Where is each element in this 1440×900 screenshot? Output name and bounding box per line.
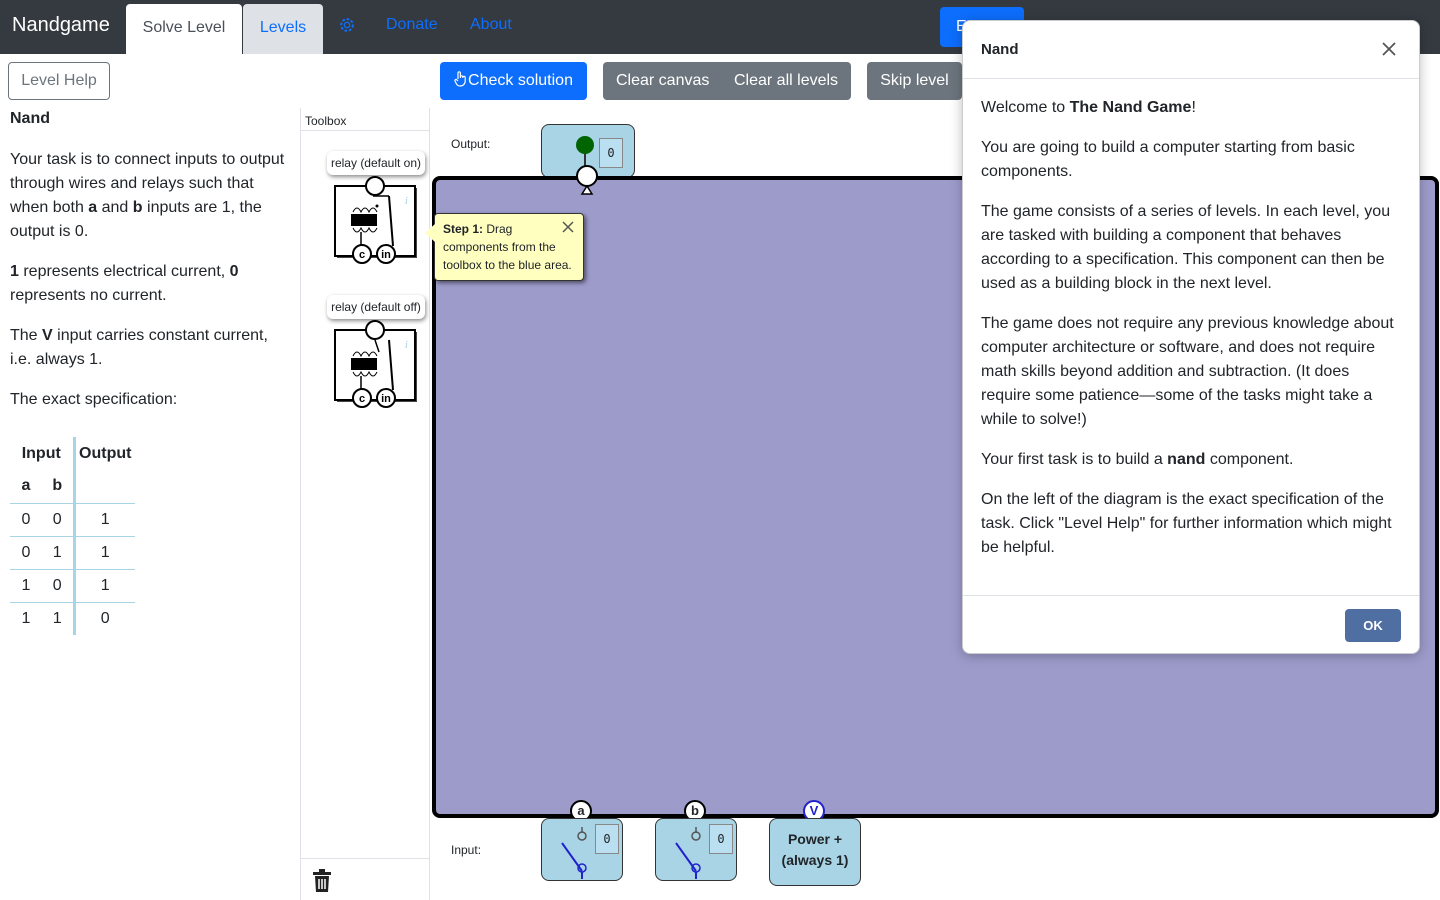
toolbox-divider: [301, 130, 429, 131]
modal-paragraph: On the left of the diagram is the exact …: [981, 491, 1392, 556]
input-value-a[interactable]: 0: [595, 824, 619, 854]
ok-button[interactable]: OK: [1345, 609, 1401, 642]
level-description-2: 1 represents electrical current, 0 repre…: [10, 263, 239, 304]
specification-table: Input Output a b 0 0 1 0 1 1 1 0 1 1 1 0: [10, 437, 135, 635]
table-row: 0 1 1: [10, 535, 135, 569]
modal-paragraph: Welcome to The Nand Game!: [981, 99, 1196, 116]
output-value: 0: [599, 138, 623, 168]
brand-logo[interactable]: Nandgame: [12, 14, 110, 37]
close-icon[interactable]: [1381, 41, 1397, 57]
level-description-4: The exact specification:: [10, 391, 178, 408]
tab-levels[interactable]: Levels: [243, 4, 323, 54]
modal-body: Welcome to The Nand Game! You are going …: [981, 96, 1401, 576]
clear-all-levels-button[interactable]: Clear all levels: [734, 62, 838, 100]
switch-icon: [561, 827, 587, 879]
table-row: 0 0 1: [10, 502, 135, 536]
close-icon[interactable]: [561, 220, 575, 234]
pin-in: in: [381, 249, 391, 261]
skip-level-button[interactable]: Skip level: [867, 62, 962, 100]
modal-paragraph: The game consists of a series of levels.…: [981, 203, 1391, 292]
table-row: 1 1 0: [10, 601, 135, 635]
tab-solve-level[interactable]: Solve Level: [126, 4, 242, 54]
pin-c: c: [359, 393, 365, 405]
trash-icon[interactable]: [311, 868, 333, 894]
clear-canvas-button[interactable]: Clear canvas: [616, 62, 709, 100]
pin-c: c: [359, 249, 365, 261]
level-description-3: The V input carries constant current, i.…: [10, 327, 268, 368]
modal-paragraph: You are going to build a computer starti…: [981, 139, 1355, 180]
output-connector[interactable]: [575, 164, 599, 196]
nav-link-about[interactable]: About: [470, 16, 512, 34]
hand-pointer-icon: [454, 71, 466, 87]
info-icon: i: [405, 196, 408, 207]
modal-header: Nand: [963, 21, 1419, 79]
table-row: 1 0 1: [10, 568, 135, 602]
info-icon: i: [405, 340, 408, 351]
input-node-a[interactable]: 0: [541, 818, 623, 881]
output-label: Output:: [451, 137, 491, 151]
level-help-button[interactable]: Level Help: [8, 62, 110, 100]
modal-paragraph: Your first task is to build a nand compo…: [981, 451, 1294, 468]
spec-header-input: Input: [10, 437, 76, 470]
toolbox-header: Toolbox: [305, 114, 347, 128]
spec-col-a: a: [21, 477, 31, 495]
relay-default-on-label[interactable]: relay (default on): [327, 151, 425, 175]
toolbox-divider: [301, 858, 429, 859]
input-node-b[interactable]: 0: [655, 818, 737, 881]
power-label: Power + (always 1): [781, 831, 849, 868]
clear-button-group: Clear canvas Clear all levels: [603, 62, 851, 100]
switch-icon: [675, 827, 701, 879]
input-value-b[interactable]: 0: [709, 824, 733, 854]
spec-header-output: Output: [79, 444, 132, 462]
pin-in: in: [381, 393, 391, 405]
input-label: Input:: [451, 843, 482, 857]
relay-default-on-component[interactable]: i c in: [331, 176, 421, 266]
level-title: Nand: [10, 110, 50, 127]
toolbox-panel: Toolbox relay (default on) i c in relay …: [300, 108, 430, 900]
modal-footer: [963, 595, 1419, 596]
relay-default-off-component[interactable]: i c in: [331, 320, 421, 410]
welcome-modal: Nand Welcome to The Nand Game! You are g…: [962, 20, 1420, 654]
step-tooltip: Step 1: Drag components from the toolbox…: [425, 213, 584, 281]
modal-title: Nand: [981, 41, 1019, 58]
nav-link-donate[interactable]: Donate: [386, 16, 438, 34]
check-solution-button[interactable]: Check solution: [440, 62, 587, 100]
output-indicator-icon: [576, 136, 594, 167]
modal-paragraph: The game does not require any previous k…: [981, 315, 1394, 428]
relay-default-off-label[interactable]: relay (default off): [327, 295, 425, 319]
level-description-1: Your task is to connect inputs to output…: [10, 151, 285, 240]
spec-col-b: b: [42, 470, 76, 503]
gear-icon[interactable]: [338, 16, 356, 34]
power-node[interactable]: Power + (always 1): [769, 818, 861, 886]
